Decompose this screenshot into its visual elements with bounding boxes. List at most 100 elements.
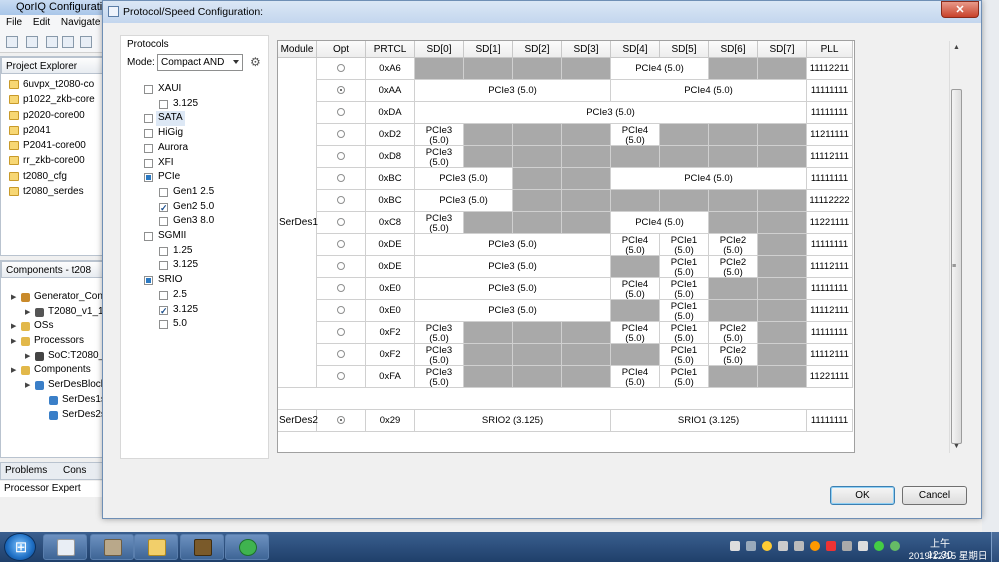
column-header[interactable]: PRTCL bbox=[366, 41, 415, 58]
save-icon[interactable] bbox=[46, 36, 58, 48]
checkbox[interactable] bbox=[144, 173, 153, 183]
table-row[interactable]: 0xD8 PCIe3 (5.0) 11112111 bbox=[278, 146, 853, 168]
table-row[interactable]: 0xFA PCIe3 (5.0) PCIe4 (5.0) PCIe1 (5.0) 112… bbox=[278, 366, 853, 388]
table-row[interactable]: 0x29 SRIO2 (3.125) SRIO1 (3.125) 11111111 bbox=[278, 410, 853, 432]
tray-icon-3[interactable] bbox=[762, 541, 772, 551]
table-row[interactable]: 0xDA PCIe3 (5.0) 11111111 bbox=[278, 102, 853, 124]
table-row[interactable]: 0xF2 PCIe3 (5.0) PCIe4 (5.0) PCIe1 (5.0) PCI… bbox=[278, 322, 853, 344]
checkbox[interactable] bbox=[144, 85, 153, 94]
tray-icon-4[interactable] bbox=[778, 541, 788, 551]
column-header[interactable]: SD[3] bbox=[562, 41, 611, 58]
checkbox[interactable] bbox=[144, 276, 153, 286]
project-item[interactable]: P2041-core00 bbox=[1, 138, 109, 153]
component-item[interactable]: SerDes2s bbox=[1, 408, 109, 423]
tray-icon-2[interactable] bbox=[746, 541, 756, 551]
show-desktop-button[interactable] bbox=[991, 532, 999, 562]
expand-icon[interactable]: ▶ bbox=[11, 323, 18, 330]
task-toolbox[interactable] bbox=[90, 534, 134, 560]
table-row[interactable]: 0xE0 PCIe3 (5.0) PCIe1 (5.0) 11112111 bbox=[278, 300, 853, 322]
checkbox[interactable] bbox=[159, 304, 168, 318]
column-header[interactable]: PLL bbox=[807, 41, 853, 58]
component-item[interactable]: ▶ SerDesBlock bbox=[1, 378, 109, 393]
task-qoriq-config[interactable] bbox=[43, 534, 87, 560]
vertical-scrollbar[interactable]: ▲ ≡ ▼ bbox=[949, 41, 962, 453]
checkbox[interactable] bbox=[159, 201, 168, 215]
search-icon[interactable] bbox=[810, 541, 820, 551]
table-row[interactable]: 0xDE PCIe3 (5.0) PCIe1 (5.0) PCIe2 (5.0) 111… bbox=[278, 256, 853, 278]
checkbox[interactable] bbox=[144, 143, 153, 153]
checkbox[interactable] bbox=[159, 246, 168, 256]
row-select-radio[interactable] bbox=[337, 372, 345, 381]
checkbox[interactable] bbox=[159, 99, 168, 109]
row-select-radio[interactable] bbox=[337, 284, 345, 293]
expand-icon[interactable]: ▶ bbox=[25, 382, 32, 389]
table-row[interactable]: 0xE0 PCIe3 (5.0) PCIe4 (5.0) PCIe1 (5.0) 111… bbox=[278, 278, 853, 300]
checkbox[interactable] bbox=[159, 217, 168, 227]
project-item[interactable]: p2041 bbox=[1, 123, 109, 138]
project-explorer-header[interactable]: Project Explorer bbox=[1, 57, 109, 74]
row-select-radio[interactable] bbox=[337, 416, 345, 425]
column-header[interactable]: SD[5] bbox=[660, 41, 709, 58]
table-row[interactable]: 0xAA PCIe3 (5.0) PCIe4 (5.0) 11111111 bbox=[278, 80, 853, 102]
column-header[interactable]: SD[7] bbox=[758, 41, 807, 58]
expand-icon[interactable] bbox=[39, 397, 46, 404]
column-header[interactable]: SD[2] bbox=[513, 41, 562, 58]
column-header[interactable]: SD[1] bbox=[464, 41, 513, 58]
project-item[interactable]: t2080_serdes bbox=[1, 184, 109, 199]
component-item[interactable]: ▶ Generator_Conf bbox=[1, 290, 109, 305]
checkbox[interactable] bbox=[159, 320, 168, 330]
component-item[interactable]: ▶ T2080_v1_1_ bbox=[1, 305, 109, 320]
row-select-radio[interactable] bbox=[337, 196, 345, 205]
checkbox[interactable] bbox=[144, 232, 153, 241]
clock-time[interactable]: 上午 12:30 bbox=[920, 535, 960, 561]
close-button[interactable]: ✕ bbox=[941, 1, 979, 18]
table-row[interactable]: 0xBC PCIe3 (5.0) PCIe4 (5.0) 11111111 bbox=[278, 168, 853, 190]
component-item[interactable]: SerDes1s bbox=[1, 393, 109, 408]
row-select-radio[interactable] bbox=[337, 108, 345, 117]
checkbox[interactable] bbox=[144, 158, 153, 168]
menu-edit[interactable]: Edit bbox=[33, 17, 50, 28]
volume-icon[interactable] bbox=[858, 541, 868, 551]
tab-console[interactable]: Cons bbox=[63, 465, 86, 476]
task-browser[interactable] bbox=[225, 534, 269, 560]
row-select-radio[interactable] bbox=[337, 350, 345, 359]
save-all-icon[interactable] bbox=[62, 36, 74, 48]
column-header[interactable]: SD[4] bbox=[611, 41, 660, 58]
tray-icon-8[interactable] bbox=[842, 541, 852, 551]
row-select-radio[interactable] bbox=[337, 306, 345, 315]
row-select-radio[interactable] bbox=[337, 240, 345, 249]
row-select-radio[interactable] bbox=[337, 262, 345, 271]
components-header[interactable]: Components - t208 bbox=[1, 261, 109, 278]
scroll-up-icon[interactable]: ▲ bbox=[953, 44, 960, 51]
table-row[interactable]: 0xC8 PCIe3 (5.0) PCIe4 (5.0) 11221111 bbox=[278, 212, 853, 234]
expand-icon[interactable] bbox=[39, 412, 46, 419]
row-select-radio[interactable] bbox=[337, 64, 345, 73]
checkbox[interactable] bbox=[144, 114, 153, 124]
task-explorer[interactable] bbox=[134, 534, 178, 560]
expand-icon[interactable]: ▶ bbox=[25, 309, 32, 316]
row-select-radio[interactable] bbox=[337, 86, 345, 95]
column-header[interactable]: SD[6] bbox=[709, 41, 758, 58]
project-item[interactable]: 6uvpx_t2080-co bbox=[1, 77, 109, 92]
scroll-down-icon[interactable]: ▼ bbox=[953, 443, 960, 450]
tray-icon-7[interactable] bbox=[826, 541, 836, 551]
table-row[interactable]: 0xBC PCIe3 (5.0) 11112222 bbox=[278, 190, 853, 212]
task-editor[interactable] bbox=[180, 534, 224, 560]
menu-navigate[interactable]: Navigate bbox=[61, 17, 100, 28]
table-row[interactable]: 0xD2 PCIe3 (5.0) PCIe4 (5.0) 11211111 bbox=[278, 124, 853, 146]
expand-icon[interactable]: ▶ bbox=[11, 294, 18, 301]
ok-button[interactable]: OK bbox=[830, 486, 895, 505]
column-header[interactable]: SD[0] bbox=[415, 41, 464, 58]
new-icon[interactable] bbox=[6, 36, 18, 48]
expand-icon[interactable]: ▶ bbox=[11, 338, 18, 345]
project-item[interactable]: rr_zkb-core00 bbox=[1, 153, 109, 168]
network-icon[interactable] bbox=[794, 541, 804, 551]
table-row[interactable]: 0xF2 PCIe3 (5.0) PCIe1 (5.0) PCIe2 (5.0) 111… bbox=[278, 344, 853, 366]
tab-problems[interactable]: Problems bbox=[5, 465, 47, 476]
tray-icon-10[interactable] bbox=[874, 541, 884, 551]
checkbox[interactable] bbox=[159, 261, 168, 271]
table-row[interactable]: 0xA6 PCIe4 (5.0) 11112211 bbox=[278, 58, 853, 80]
project-item[interactable]: t2080_cfg bbox=[1, 169, 109, 184]
component-item[interactable]: ▶ Components bbox=[1, 363, 109, 378]
project-item[interactable]: p1022_zkb-core bbox=[1, 92, 109, 107]
